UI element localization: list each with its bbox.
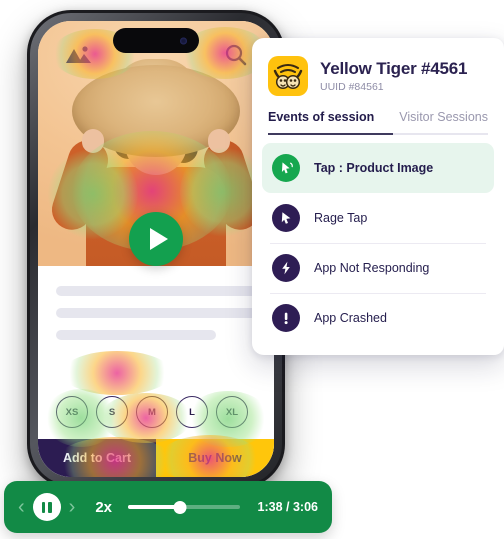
- time-display: 1:38 / 3:06: [257, 500, 318, 514]
- image-icon[interactable]: [64, 45, 94, 70]
- event-row-app-not-responding[interactable]: App Not Responding: [262, 243, 494, 293]
- events-list: Tap : Product Image Rage Tap App Not Res…: [252, 135, 504, 355]
- text-placeholder-line: [56, 308, 270, 318]
- tab-visitor-sessions[interactable]: Visitor Sessions: [399, 110, 488, 133]
- panel-title-block: Yellow Tiger #4561 UUID #84561: [320, 59, 467, 94]
- play-button[interactable]: [129, 212, 183, 266]
- pause-icon-bar-right: [48, 501, 52, 513]
- panel-tabs: Events of session Visitor Sessions: [252, 108, 504, 133]
- search-icon[interactable]: [224, 43, 248, 72]
- slider-thumb[interactable]: [173, 500, 187, 514]
- phone-mockup: XS S M L XL Add to Cart Buy Now: [27, 10, 285, 488]
- model-hand-right: [208, 129, 230, 153]
- size-option[interactable]: XS: [56, 396, 88, 428]
- size-selector[interactable]: XS S M L XL: [38, 396, 274, 428]
- play-icon: [149, 228, 168, 250]
- size-option[interactable]: XL: [216, 396, 248, 428]
- previous-event-button[interactable]: ‹: [18, 497, 25, 517]
- phone-screen: XS S M L XL Add to Cart Buy Now: [38, 21, 274, 477]
- exclamation-icon: [272, 304, 300, 332]
- cursor-tap-icon: [272, 154, 300, 182]
- event-label: App Not Responding: [314, 261, 430, 275]
- session-events-panel: Yellow Tiger #4561 UUID #84561 Events of…: [252, 38, 504, 355]
- text-placeholder-line: [56, 286, 270, 296]
- front-camera-icon: [180, 37, 187, 44]
- event-label: Rage Tap: [314, 211, 368, 225]
- pause-icon-bar-left: [41, 501, 46, 513]
- next-event-button[interactable]: ›: [69, 497, 76, 517]
- cursor-icon: [272, 204, 300, 232]
- playback-speed-button[interactable]: 2x: [95, 499, 112, 516]
- session-player-bar: ‹ › 2x 1:38 / 3:06: [4, 481, 332, 533]
- screenshot-stage: XS S M L XL Add to Cart Buy Now Yellow T…: [0, 0, 504, 539]
- event-row-tap[interactable]: Tap : Product Image: [262, 143, 494, 193]
- tab-events-of-session[interactable]: Events of session: [268, 110, 374, 133]
- phone-notch: [113, 28, 199, 53]
- slider-fill: [128, 505, 181, 509]
- event-row-rage-tap[interactable]: Rage Tap: [262, 193, 494, 243]
- product-details: XS S M L XL Add to Cart Buy Now: [38, 266, 274, 477]
- size-option[interactable]: L: [176, 396, 208, 428]
- event-label: App Crashed: [314, 311, 387, 325]
- tab-underline-active: [268, 133, 394, 135]
- uuid-label: UUID #84561: [320, 81, 384, 94]
- event-row-app-crashed[interactable]: App Crashed: [262, 293, 494, 343]
- lightning-bolt-icon: [272, 254, 300, 282]
- panel-header: Yellow Tiger #4561 UUID #84561: [252, 38, 504, 108]
- add-to-cart-button[interactable]: Add to Cart: [38, 439, 156, 477]
- event-label: Tap : Product Image: [314, 161, 434, 175]
- buy-now-button[interactable]: Buy Now: [156, 439, 274, 477]
- progress-slider[interactable]: [128, 499, 240, 515]
- text-placeholder-line: [56, 330, 217, 340]
- size-option[interactable]: M: [136, 396, 168, 428]
- pause-button[interactable]: [32, 493, 61, 521]
- model-hand-left: [82, 129, 104, 153]
- cta-row: Add to Cart Buy Now: [38, 439, 274, 477]
- page-title: Yellow Tiger #4561: [320, 58, 468, 78]
- tiger-face-icon: [268, 56, 308, 96]
- size-option[interactable]: S: [96, 396, 128, 428]
